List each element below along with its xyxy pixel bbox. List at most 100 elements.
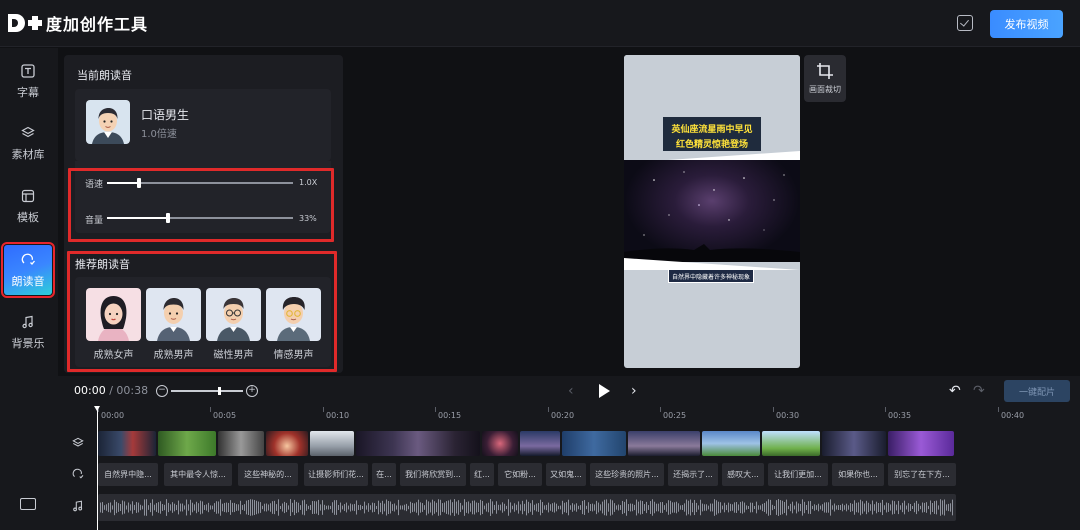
waveform-bar [754, 505, 755, 510]
sidebar-item-template[interactable]: 模板 [4, 181, 52, 231]
subtitle-clip[interactable]: 自然界中隐... [98, 463, 158, 486]
subtitle-clip[interactable]: 如果你也... [832, 463, 884, 486]
subtitle-clip[interactable]: 还揭示了... [668, 463, 718, 486]
waveform-bar [806, 504, 807, 511]
timeline-ruler[interactable]: 00:00 00:05 00:10 00:15 00:20 00:25 00:3… [96, 406, 1080, 426]
waveform-bar [480, 499, 481, 516]
waveform-bar [814, 504, 815, 511]
video-clip[interactable] [98, 431, 156, 456]
waveform-bar [462, 505, 463, 510]
playhead[interactable] [94, 406, 100, 530]
auto-match-button[interactable]: 一键配片 [1004, 380, 1070, 402]
waveform-bar [104, 505, 105, 510]
waveform-bar [768, 499, 769, 516]
video-clip[interactable] [520, 431, 560, 456]
sidebar-item-music[interactable]: 背景乐 [4, 307, 52, 357]
undo-icon[interactable]: ↶ [949, 383, 961, 399]
publish-button[interactable]: 发布视频 [990, 10, 1063, 38]
waveform-bar [540, 499, 541, 516]
waveform-bar [256, 500, 257, 515]
zoom-slider-handle[interactable] [218, 387, 221, 395]
waveform-bar [304, 499, 305, 516]
waveform-bar [720, 502, 721, 513]
subtitle-clip[interactable]: 红... [470, 463, 494, 486]
waveform-bar [388, 500, 389, 515]
subtitle-clip[interactable]: 这些珍贵的照片... [590, 463, 664, 486]
subtitle-clip[interactable]: 我们将欣赏到... [400, 463, 466, 486]
video-clip[interactable] [266, 431, 308, 456]
crop-button[interactable]: 画面裁切 [804, 55, 846, 102]
waveform-bar [744, 502, 745, 513]
video-clip[interactable] [888, 431, 954, 456]
waveform-bar [592, 503, 593, 512]
video-clip[interactable] [356, 431, 480, 456]
subtitle-clip[interactable]: 别忘了在下方... [888, 463, 956, 486]
checklist-icon[interactable] [957, 15, 973, 31]
waveform-bar [174, 503, 175, 512]
layers-icon [20, 125, 36, 141]
sidebar-item-subtitle[interactable]: 字幕 [4, 56, 52, 106]
waveform-bar [864, 503, 865, 512]
previous-icon[interactable]: ‹ [568, 384, 574, 398]
voice-icon [20, 252, 36, 268]
subtitle-clip[interactable]: 这些神秘的... [238, 463, 298, 486]
waveform-bar [382, 500, 383, 515]
zoom-out-icon[interactable]: − [156, 385, 168, 397]
waveform-bar [460, 502, 461, 513]
current-voice-card[interactable]: 口语男生 1.0倍速 [75, 89, 331, 161]
waveform-bar [718, 501, 719, 514]
sidebar-item-library[interactable]: 素材库 [4, 118, 52, 168]
video-clip[interactable] [702, 431, 760, 456]
keyboard-icon[interactable] [20, 498, 36, 510]
waveform-bar [832, 505, 833, 510]
video-clip[interactable] [762, 431, 820, 456]
waveform-bar [590, 504, 591, 511]
waveform-bar [216, 501, 217, 514]
waveform-bar [530, 503, 531, 512]
subtitle-clip[interactable]: 让我们更加... [768, 463, 828, 486]
redo-icon[interactable]: ↷ [973, 383, 985, 399]
waveform-bar [164, 504, 165, 511]
waveform-bar [830, 499, 831, 516]
waveform-bar [912, 505, 913, 510]
subtitle-icon [20, 63, 36, 79]
video-track[interactable] [98, 431, 954, 456]
waveform-bar [862, 501, 863, 514]
video-clip[interactable] [482, 431, 518, 456]
waveform-bar [664, 505, 665, 510]
waveform-bar [132, 501, 133, 514]
waveform-bar [586, 505, 587, 510]
waveform-bar [476, 502, 477, 513]
video-preview[interactable]: 英仙座流星雨中早见 红色精灵惊艳登场 自然界中隐藏着许多神秘现象 [624, 55, 800, 368]
ruler-tick [210, 407, 211, 412]
video-clip[interactable] [822, 431, 886, 456]
waveform-bar [290, 499, 291, 516]
subtitle-clip[interactable]: 让摄影师们花... [304, 463, 368, 486]
video-clip[interactable] [628, 431, 700, 456]
sidebar-item-voice[interactable]: 朗读音 [1, 242, 55, 298]
video-clip[interactable] [562, 431, 626, 456]
waveform-bar [378, 500, 379, 515]
subtitle-clip[interactable]: 它如粉... [498, 463, 542, 486]
waveform-bar [250, 499, 251, 516]
play-icon[interactable] [599, 384, 610, 398]
next-icon[interactable]: › [631, 384, 637, 398]
waveform-bar [804, 501, 805, 514]
zoom-in-icon[interactable]: + [246, 385, 258, 397]
app-logo: 度加创作工具 [8, 12, 148, 34]
subtitle-clip[interactable]: 在... [372, 463, 396, 486]
subtitle-clip[interactable]: 其中最令人惊... [164, 463, 232, 486]
waveform-bar [178, 500, 179, 515]
subtitle-track[interactable]: 自然界中隐... 其中最令人惊... 这些神秘的... 让摄影师们花... 在.… [98, 463, 956, 486]
subtitle-clip[interactable]: 感叹大... [722, 463, 764, 486]
video-clip[interactable] [158, 431, 216, 456]
waveform-bar [172, 502, 173, 513]
waveform-bar [416, 502, 417, 513]
waveform-bar [856, 502, 857, 513]
zoom-slider[interactable] [171, 387, 243, 395]
audio-track[interactable] [98, 494, 956, 521]
subtitle-clip[interactable]: 又如鬼... [546, 463, 586, 486]
video-clip[interactable] [218, 431, 264, 456]
video-clip[interactable] [310, 431, 354, 456]
waveform-bar [108, 502, 109, 513]
